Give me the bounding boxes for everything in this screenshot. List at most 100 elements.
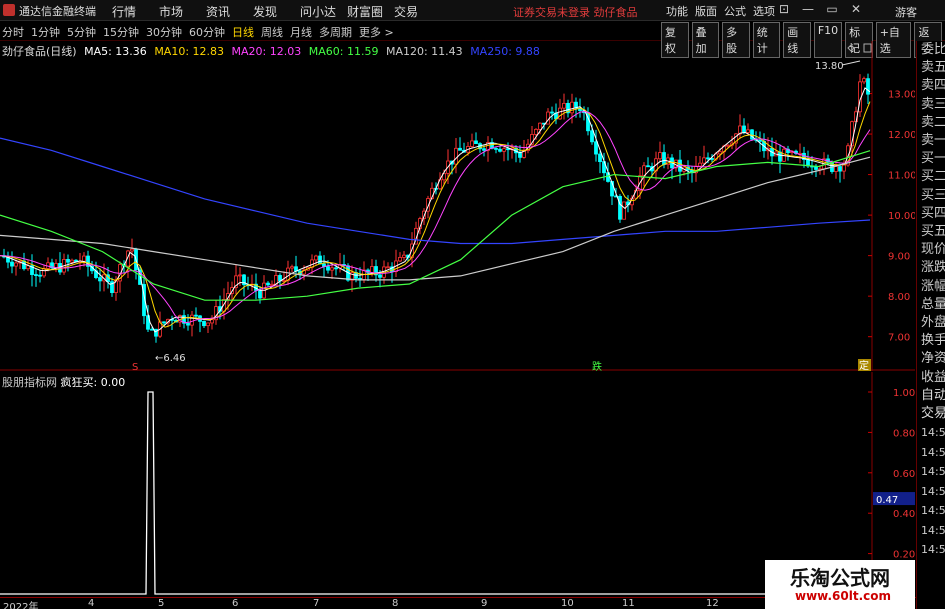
candle-body	[70, 259, 74, 263]
tab-5min[interactable]: 5分钟	[67, 24, 96, 40]
quote-label[interactable]: 收益	[919, 369, 945, 387]
tab-monthly[interactable]: 月线	[290, 24, 312, 40]
candle-body	[378, 274, 382, 278]
quote-label[interactable]: 换手	[919, 332, 945, 350]
menu-item-discover[interactable]: 发现	[253, 3, 300, 20]
menu-item-function[interactable]: 功能	[666, 3, 695, 19]
quote-time: 14:56	[921, 484, 945, 498]
candle-body	[38, 274, 42, 277]
indicator-tick-label: 0.80	[893, 428, 915, 439]
tab-1min[interactable]: 1分钟	[31, 24, 60, 40]
right-menu: 功能 版面 公式 选项	[666, 3, 782, 19]
minimize-icon[interactable]: —	[799, 2, 817, 16]
quote-time: 14:56	[921, 504, 945, 518]
candle-body	[194, 314, 198, 317]
guest-login[interactable]: 游客	[895, 4, 917, 20]
date-tick-label: 2022年	[3, 602, 39, 609]
quote-label[interactable]: 卖五	[919, 59, 945, 77]
candle-body	[330, 267, 334, 271]
menu-item-market[interactable]: 行情	[112, 3, 159, 20]
quote-label[interactable]: 卖二	[919, 114, 945, 132]
quote-label[interactable]: 买一	[919, 150, 945, 168]
tab-30min[interactable]: 30分钟	[146, 24, 182, 40]
menu-item-wealth[interactable]: 财富圈	[347, 3, 394, 20]
candle-body	[10, 261, 14, 267]
quote-label[interactable]: 交易	[919, 405, 945, 423]
menu-item-layout[interactable]: 版面	[695, 3, 724, 19]
price-tick-label: 10.00	[888, 211, 915, 222]
candle-body	[862, 78, 866, 83]
candle-body	[698, 162, 702, 167]
candle-body	[814, 166, 818, 170]
menu-item-trade[interactable]: 交易	[394, 3, 441, 20]
quote-label[interactable]: 买二	[919, 168, 945, 186]
menu-item-assistant[interactable]: 问小达	[300, 3, 347, 20]
date-tick-label: 4	[88, 598, 95, 609]
menu-item-formula[interactable]: 公式	[724, 3, 753, 19]
candle-body	[502, 148, 506, 152]
legend-ma60: MA60: 11.59	[308, 45, 379, 58]
candles	[2, 73, 870, 343]
quote-label[interactable]: 委比	[919, 41, 945, 59]
candle-body	[318, 255, 322, 265]
quote-panel: 委比 卖五 卖四 卖三 卖二 卖一 买一 买二 买三 买四 买五 现价 涨跌 涨幅 总量 外盘 换手 净资 收益 自动…	[916, 41, 945, 609]
ma20-line	[0, 110, 871, 324]
quote-label[interactable]: 外盘	[919, 314, 945, 332]
title-bar: 通达信金融终端 行情 市场 资讯 发现 问小达 财富圈 交易 证券交易未登录 劲…	[0, 0, 945, 21]
signal-s: S	[132, 362, 138, 371]
candle-body	[866, 78, 870, 95]
candle-body	[270, 283, 274, 286]
restore-icon[interactable]: ⊡	[775, 2, 793, 16]
menu-item-markets[interactable]: 市场	[159, 3, 206, 20]
candle-body	[642, 165, 646, 177]
indicator-value: 疯狂买: 0.00	[60, 376, 126, 389]
quote-label[interactable]: 买四	[919, 205, 945, 223]
candle-body	[838, 166, 842, 172]
candle-body	[190, 314, 194, 326]
main-menu: 行情 市场 资讯 发现 问小达 财富圈 交易	[112, 3, 441, 20]
quote-label[interactable]: 卖三	[919, 96, 945, 114]
quote-label[interactable]: 涨跌	[919, 259, 945, 277]
candle-body	[210, 319, 214, 324]
login-notice[interactable]: 证券交易未登录 劲仔食品	[513, 4, 638, 20]
candle-body	[550, 111, 554, 114]
maximize-icon[interactable]: ▭	[823, 2, 841, 16]
date-tick-label: 8	[392, 598, 399, 609]
tab-more[interactable]: 更多 >	[359, 24, 394, 40]
quote-label[interactable]: 净资	[919, 350, 945, 368]
current-value-label: 0.47	[876, 495, 898, 506]
tab-daily[interactable]: 日线	[232, 24, 254, 40]
candlestick-chart[interactable]: 13.00 12.00 11.00 10.00 9.00 8.00 7.00 13.80 ←6.…	[0, 41, 915, 371]
quote-label[interactable]: 卖四	[919, 77, 945, 95]
quote-label[interactable]: 买三	[919, 187, 945, 205]
tab-timeshare[interactable]: 分时	[2, 24, 24, 40]
quote-label[interactable]: 自动	[919, 387, 945, 405]
quote-label[interactable]: 涨幅	[919, 278, 945, 296]
indicator-tick-label: 1.00	[893, 388, 915, 399]
close-icon[interactable]: ✕	[847, 2, 865, 16]
quote-labels: 委比 卖五 卖四 卖三 卖二 卖一 买一 买二 买三 买四 买五 现价 涨跌 涨幅 总量 外盘 换手 净资 收益 自动…	[917, 41, 945, 423]
app-name: 通达信金融终端	[19, 5, 96, 18]
menu-item-news[interactable]: 资讯	[206, 3, 253, 20]
candle-body	[238, 274, 242, 277]
candle-body	[758, 139, 762, 142]
candle-body	[518, 152, 522, 158]
legend-ma20: MA20: 12.03	[231, 45, 302, 58]
date-tick-label: 6	[232, 598, 239, 609]
watermark-url: www.60lt.com	[795, 589, 892, 603]
quote-label[interactable]: 现价	[919, 241, 945, 259]
tab-weekly[interactable]: 周线	[261, 24, 283, 40]
tab-15min[interactable]: 15分钟	[103, 24, 139, 40]
tab-multi-period[interactable]: 多周期	[319, 24, 352, 40]
date-tick-label: 11	[622, 598, 635, 609]
price-tick-label: 11.00	[888, 171, 915, 182]
quote-label[interactable]: 买五	[919, 223, 945, 241]
candle-body	[618, 195, 622, 220]
quote-label[interactable]: 卖一	[919, 132, 945, 150]
candle-body	[702, 157, 706, 164]
window-controls: ⊡ — ▭ ✕	[775, 2, 865, 16]
tab-60min[interactable]: 60分钟	[189, 24, 225, 40]
candle-body	[150, 328, 154, 331]
candle-body	[34, 274, 38, 276]
quote-label[interactable]: 总量	[919, 296, 945, 314]
